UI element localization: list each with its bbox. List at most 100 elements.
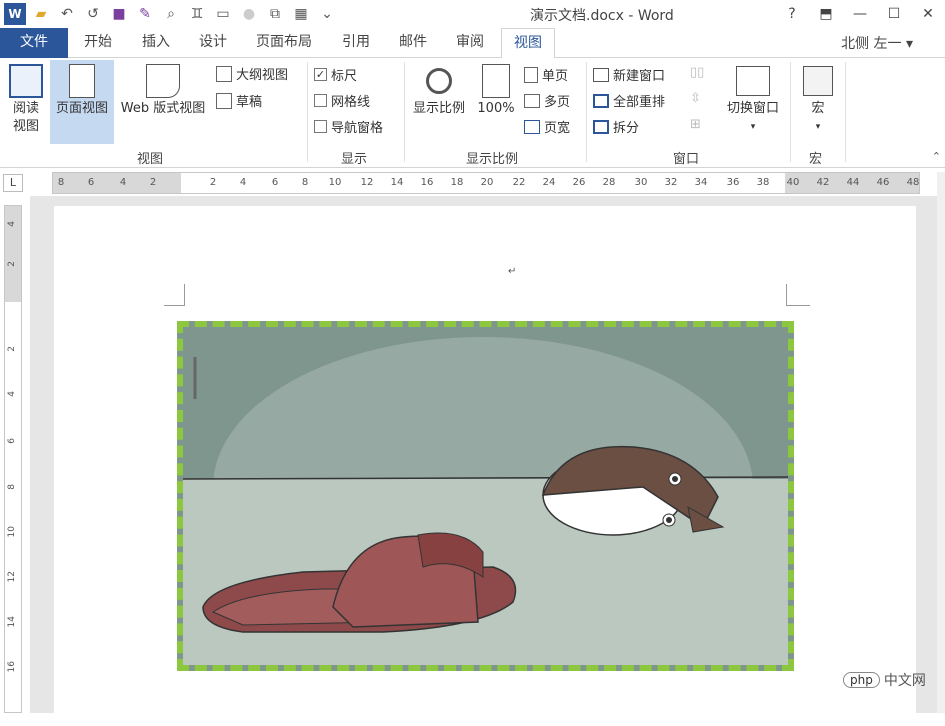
- arrange-all-label: 全部重排: [613, 95, 666, 110]
- split-label: 拆分: [613, 121, 640, 136]
- zoom-100-button[interactable]: 100%: [472, 60, 520, 118]
- new-window-button[interactable]: 新建窗口: [593, 65, 665, 84]
- synchronous-scroll-icon[interactable]: ⇳: [690, 91, 701, 106]
- window-title: 演示文档.docx - Word: [530, 8, 674, 24]
- ruler-tick: 30: [634, 177, 648, 188]
- nav-pane-checkbox[interactable]: 导航窗格: [314, 117, 383, 136]
- nav-pane-label: 导航窗格: [331, 121, 384, 136]
- view-side-by-side-icon[interactable]: ▯▯: [690, 65, 704, 80]
- title-bar: W ▰ ↶ ↺ ■ ✎ ⌕ ♊ ▭ ● ⧉ ▦ ⌄ 演示文档.docx - Wo…: [0, 0, 945, 28]
- ruler-tick: 42: [816, 177, 830, 188]
- tab-references[interactable]: 引用: [330, 28, 382, 58]
- circle-icon[interactable]: ●: [238, 3, 260, 25]
- ruler-tick: 4: [119, 177, 127, 188]
- inserted-picture[interactable]: [177, 321, 794, 671]
- edit-icon[interactable]: ✎: [134, 3, 156, 25]
- zoom-100-label: 100%: [477, 101, 515, 116]
- multiple-pages-icon: [524, 93, 540, 108]
- gridlines-checkbox[interactable]: 网格线: [314, 91, 370, 110]
- page-width-button[interactable]: 页宽: [524, 117, 570, 136]
- switch-windows-label: 切换窗口: [726, 101, 779, 116]
- one-page-label: 单页: [542, 69, 569, 84]
- group-divider: [845, 62, 846, 162]
- cat-slippers-illustration: [183, 327, 788, 665]
- macros-dropdown-icon: ▾: [815, 122, 821, 132]
- ruler-tick: 10: [328, 177, 342, 188]
- tab-mailings[interactable]: 邮件: [387, 28, 439, 58]
- find-icon[interactable]: ♊: [186, 3, 208, 25]
- multiple-pages-button[interactable]: 多页: [524, 91, 570, 110]
- group-divider: [586, 62, 587, 162]
- tab-review[interactable]: 审阅: [444, 28, 496, 58]
- outline-label: 大纲视图: [236, 68, 289, 83]
- ruler-tick: 48: [906, 177, 920, 188]
- zoom-button[interactable]: 显示比例: [408, 60, 470, 118]
- arrange-all-button[interactable]: 全部重排: [593, 91, 665, 110]
- help-button[interactable]: ?: [775, 0, 809, 28]
- ruler-tick: 38: [756, 177, 770, 188]
- new-document-icon[interactable]: ▭: [212, 3, 234, 25]
- tab-layout[interactable]: 页面布局: [244, 28, 324, 58]
- word-app-icon[interactable]: W: [4, 3, 26, 25]
- user-account[interactable]: 北侧 左一 ▾: [841, 33, 913, 53]
- zoom-label: 显示比例: [412, 101, 465, 116]
- ribbon-tab-bar: 文件 开始 插入 设计 页面布局 引用 邮件 审阅 视图 北侧 左一 ▾: [0, 28, 945, 84]
- ruler-checkbox[interactable]: ✓ 标尺: [314, 65, 357, 84]
- save-icon[interactable]: ■: [108, 3, 130, 25]
- ruler-tick: 32: [664, 177, 678, 188]
- ruler-tick: 2: [209, 177, 217, 188]
- one-page-button[interactable]: 单页: [524, 65, 568, 84]
- ruler-tick: 20: [480, 177, 494, 188]
- group-divider: [404, 62, 405, 162]
- vertical-ruler[interactable]: 4 2 2 4 6 8 10 12 14 16: [4, 205, 22, 713]
- table-icon[interactable]: ▦: [290, 3, 312, 25]
- split-button[interactable]: 拆分: [593, 117, 639, 136]
- minimize-button[interactable]: —: [843, 0, 877, 28]
- ruler-tick: 46: [876, 177, 890, 188]
- draft-button[interactable]: 草稿: [216, 91, 262, 110]
- tab-selector[interactable]: L: [3, 174, 23, 192]
- redo-icon[interactable]: ↺: [82, 3, 104, 25]
- tab-design[interactable]: 设计: [187, 28, 239, 58]
- web-layout-icon: [146, 64, 180, 98]
- draft-icon: [216, 92, 232, 109]
- paragraph-mark: ↵: [508, 266, 517, 277]
- page-width-label: 页宽: [544, 121, 571, 136]
- gridlines-check-icon: [314, 94, 327, 107]
- web-layout-button[interactable]: Web 版式视图: [114, 60, 212, 118]
- group-divider: [307, 62, 308, 162]
- tab-view[interactable]: 视图: [501, 28, 555, 59]
- reset-window-position-icon[interactable]: ⊞: [690, 117, 701, 132]
- macros-button[interactable]: 宏 ▾: [796, 60, 840, 136]
- undo-icon[interactable]: ↶: [56, 3, 78, 25]
- tab-insert[interactable]: 插入: [130, 28, 182, 58]
- read-mode-button[interactable]: 阅读 视图: [4, 60, 48, 136]
- new-window-label: 新建窗口: [613, 69, 666, 84]
- watermark-text: 中文网: [883, 673, 926, 689]
- tab-file[interactable]: 文件: [0, 28, 68, 58]
- ruler-tick: 10: [7, 526, 17, 538]
- tab-home[interactable]: 开始: [72, 28, 124, 58]
- page-width-icon: [524, 119, 540, 134]
- quick-access-toolbar: W ▰ ↶ ↺ ■ ✎ ⌕ ♊ ▭ ● ⧉ ▦ ⌄: [4, 3, 338, 25]
- collapse-ribbon-icon[interactable]: ⌃: [932, 150, 941, 163]
- vertical-scrollbar[interactable]: [937, 172, 945, 713]
- ribbon-display-button[interactable]: ⬒: [809, 0, 843, 28]
- ribbon: 阅读 视图 页面视图 Web 版式视图 大纲视图 草稿 视图 ✓ 标尺 网格线 …: [0, 58, 945, 168]
- ruler-check-icon: ✓: [314, 68, 327, 81]
- ruler-tick: 40: [786, 177, 800, 188]
- nav-pane-check-icon: [314, 120, 327, 133]
- print-layout-button[interactable]: 页面视图: [50, 60, 114, 144]
- macros-icon: [803, 66, 833, 96]
- clipboard-icon[interactable]: ⧉: [264, 3, 286, 25]
- close-button[interactable]: ✕: [911, 0, 945, 28]
- maximize-button[interactable]: ☐: [877, 0, 911, 28]
- horizontal-ruler[interactable]: 8 6 4 2 2 4 6 8 10 12 14 16 18 20 22 24 26 28 30 32 34 36 38 40…: [52, 172, 920, 194]
- open-folder-icon[interactable]: ▰: [30, 3, 52, 25]
- customize-qat-icon[interactable]: ⌄: [316, 3, 338, 25]
- ruler-tick: 4: [7, 391, 17, 397]
- switch-windows-button[interactable]: 切换窗口 ▾: [720, 60, 786, 136]
- print-preview-icon[interactable]: ⌕: [160, 3, 182, 25]
- outline-button[interactable]: 大纲视图: [216, 64, 288, 83]
- ruler-tick: 14: [390, 177, 404, 188]
